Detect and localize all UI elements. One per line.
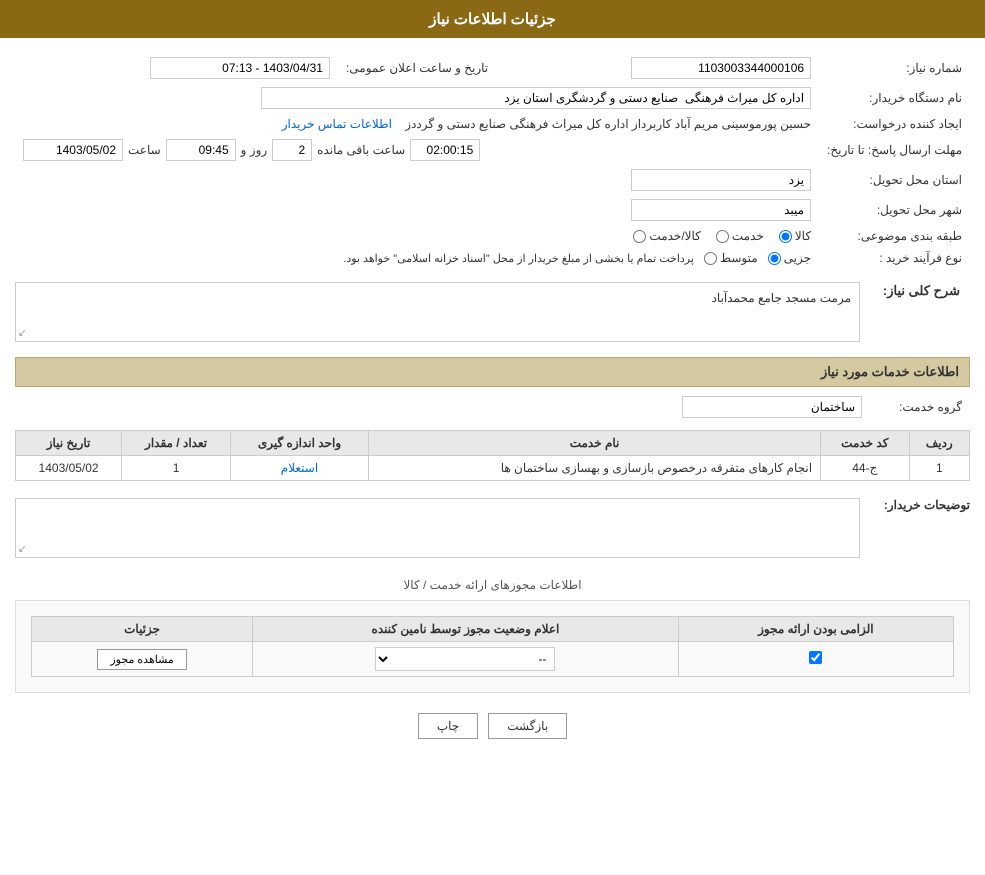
license-required <box>678 642 953 677</box>
province-label: استان محل تحویل: <box>819 165 970 195</box>
need-number-label: شماره نیاز: <box>819 53 970 83</box>
services-section-header: اطلاعات خدمات مورد نیاز <box>15 357 970 387</box>
purchase-type-jozii-radio[interactable] <box>768 252 781 265</box>
purchase-type-note: پرداخت تمام یا بخشی از مبلغ خریدار از مح… <box>343 252 694 265</box>
city-label: شهر محل تحویل: <box>819 195 970 225</box>
lic-col-required: الزامی بودن ارائه مجوز <box>678 617 953 642</box>
remaining-days-input[interactable] <box>272 139 312 161</box>
remaining-time-input[interactable] <box>410 139 480 161</box>
service-group-input[interactable] <box>682 396 862 418</box>
category-kala-khedmat-radio[interactable] <box>633 230 646 243</box>
buyer-notes-label: توضیحات خریدار: <box>870 493 970 512</box>
view-license-button[interactable]: مشاهده مجوز <box>97 649 186 670</box>
service-row-num: 1 <box>909 456 969 481</box>
service-quantity: 1 <box>122 456 231 481</box>
purchase-type-jozii-label: جزیی <box>784 251 811 265</box>
category-khedmat-radio[interactable] <box>716 230 729 243</box>
col-quantity: تعداد / مقدار <box>122 431 231 456</box>
category-khedmat-label: خدمت <box>732 229 764 243</box>
need-number-input[interactable] <box>631 57 811 79</box>
service-group-label: گروه خدمت: <box>870 392 970 422</box>
service-date: 1403/05/02 <box>16 456 122 481</box>
date-input[interactable] <box>150 57 330 79</box>
service-name: انجام کارهای متفرقه درخصوص بازسازی و بهس… <box>369 456 821 481</box>
category-kala-radio[interactable] <box>779 230 792 243</box>
deadline-time-input[interactable] <box>166 139 236 161</box>
province-input[interactable] <box>631 169 811 191</box>
purchase-type-mutawassit-radio[interactable] <box>704 252 717 265</box>
license-status-select[interactable]: -- <box>375 647 555 671</box>
city-input[interactable] <box>631 199 811 221</box>
licenses-table-row: -- مشاهده مجوز <box>32 642 954 677</box>
description-text: مرمت مسجد جامع محمدآباد <box>712 291 851 305</box>
creator-label: ایجاد کننده درخواست: <box>819 113 970 135</box>
deadline-time-label: ساعت <box>128 143 161 157</box>
purchase-type-mutawassit-label: متوسط <box>720 251 758 265</box>
category-kala-khedmat-label: کالا/خدمت <box>649 229 700 243</box>
page-title: جزئیات اطلاعات نیاز <box>0 0 985 38</box>
lic-col-details: جزئیات <box>32 617 253 642</box>
license-details: مشاهده مجوز <box>32 642 253 677</box>
col-unit: واحد اندازه گیری <box>230 431 368 456</box>
col-name: نام خدمت <box>369 431 821 456</box>
license-status: -- <box>253 642 679 677</box>
creator-value: حسین پورموسینی مریم آباد کاربرداز اداره … <box>405 117 811 131</box>
service-unit: استعلام <box>230 456 368 481</box>
deadline-label: مهلت ارسال پاسخ: تا تاریخ: <box>819 135 970 165</box>
col-date: تاریخ نیاز <box>16 431 122 456</box>
buyer-org-label: نام دستگاه خریدار: <box>819 83 970 113</box>
lic-col-status: اعلام وضعیت مجوز توسط نامین کننده <box>253 617 679 642</box>
date-label: تاریخ و ساعت اعلان عمومی: <box>338 53 496 83</box>
back-button[interactable]: بازگشت <box>488 713 567 739</box>
contact-link[interactable]: اطلاعات تماس خریدار <box>282 117 392 131</box>
licenses-header: اطلاعات مجوزهای ارائه خدمت / کالا <box>15 578 970 592</box>
service-code: ج-44 <box>821 456 910 481</box>
print-button[interactable]: چاپ <box>418 713 478 739</box>
description-label: شرح کلی نیاز: <box>870 277 970 305</box>
buyer-org-input[interactable] <box>261 87 811 109</box>
col-code: کد خدمت <box>821 431 910 456</box>
col-row: ردیف <box>909 431 969 456</box>
purchase-type-label: نوع فرآیند خرید : <box>819 247 970 269</box>
category-kala-label: کالا <box>795 229 811 243</box>
license-required-checkbox[interactable] <box>809 651 822 664</box>
deadline-date-input[interactable] <box>23 139 123 161</box>
remaining-time-label: ساعت باقی مانده <box>317 143 405 157</box>
services-table-row: 1 ج-44 انجام کارهای متفرقه درخصوص بازساز… <box>16 456 970 481</box>
remaining-days-label: روز و <box>241 143 268 157</box>
category-label: طبقه بندی موضوعی: <box>819 225 970 247</box>
